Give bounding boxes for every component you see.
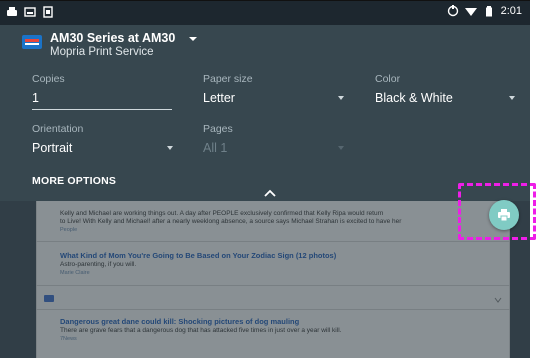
status-bar: 2:01 <box>0 1 530 25</box>
print-button[interactable] <box>489 200 519 230</box>
copies-label: Copies <box>32 73 65 85</box>
story-source: 7News <box>60 336 77 342</box>
sim-icon <box>42 6 54 18</box>
screen: 2:01 AM30 Series at AM30 Mopria Print Se… <box>0 0 530 358</box>
sync-icon <box>447 5 459 17</box>
story-source: People <box>60 227 78 233</box>
copies-underline <box>32 109 172 110</box>
orientation-label: Orientation <box>32 123 84 135</box>
story-text: There are grave fears that a dangerous d… <box>60 327 342 334</box>
screen-icon <box>24 6 36 18</box>
paper-size-label: Paper size <box>203 73 253 85</box>
wifi-icon <box>464 5 477 17</box>
story-item: What Kind of Mom You're Going to Be Base… <box>60 251 336 277</box>
paper-size-dropdown[interactable]: Letter <box>203 91 235 105</box>
status-time: 2:01 <box>500 5 522 17</box>
pages-label: Pages <box>203 123 233 135</box>
printer-selector[interactable]: AM30 Series at AM30 Mopria Print Service <box>22 31 199 61</box>
notification-icon <box>6 6 18 18</box>
divider <box>36 285 510 286</box>
print-options-panel: AM30 Series at AM30 Mopria Print Service… <box>0 25 530 201</box>
story-text: Astro-parenting, if you will. <box>60 261 137 268</box>
chevron-up-icon[interactable] <box>264 189 276 197</box>
story-item: Dangerous great dane could kill: Shockin… <box>60 317 341 343</box>
divider <box>36 241 510 242</box>
chevron-down-icon[interactable] <box>507 93 517 103</box>
copies-field[interactable]: 1 <box>32 91 39 105</box>
orientation-dropdown[interactable]: Portrait <box>32 141 72 155</box>
more-options-button[interactable]: MORE OPTIONS <box>32 175 116 187</box>
gallery-icon <box>44 295 54 302</box>
chevron-down-icon <box>494 297 502 303</box>
story-title[interactable]: What Kind of Mom You're Going to Be Base… <box>60 251 336 261</box>
printer-service: Mopria Print Service <box>50 46 154 58</box>
mopria-logo-icon <box>22 35 42 49</box>
chevron-down-icon[interactable] <box>165 143 175 153</box>
story-title[interactable]: Dangerous great dane could kill: Shockin… <box>60 317 341 327</box>
color-label: Color <box>375 73 401 85</box>
color-dropdown[interactable]: Black & White <box>375 91 453 105</box>
battery-icon <box>483 5 495 17</box>
printer-icon <box>498 209 510 222</box>
divider <box>36 309 510 310</box>
chevron-down-icon[interactable] <box>336 143 346 153</box>
printer-name: AM30 Series at AM30 <box>50 31 176 45</box>
pages-dropdown[interactable]: All 1 <box>203 141 227 155</box>
chevron-down-icon[interactable] <box>187 33 199 45</box>
story-body: Kelly and Michael are working things out… <box>60 210 402 233</box>
chevron-down-icon[interactable] <box>336 93 346 103</box>
story-source: Marie Claire <box>60 270 90 276</box>
